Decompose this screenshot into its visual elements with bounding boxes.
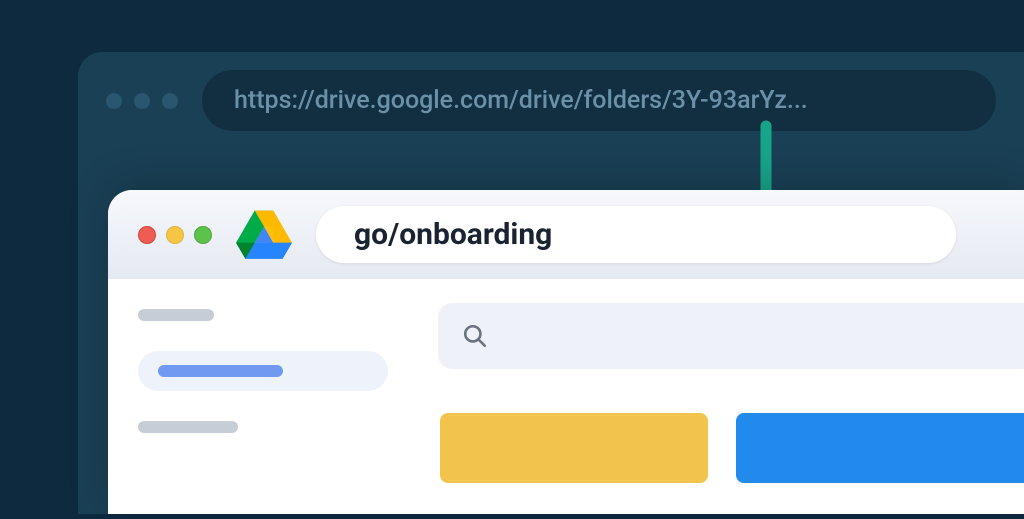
sidebar-active-item[interactable] [138, 351, 388, 391]
search-input[interactable] [438, 303, 1024, 369]
minimize-window-button[interactable] [166, 226, 184, 244]
search-icon [462, 323, 488, 349]
sidebar-skeleton-line [138, 309, 214, 321]
folder-tile[interactable] [736, 413, 1024, 483]
drive-page-body [108, 279, 1024, 519]
inner-browser-window: go/onboarding [108, 190, 1024, 514]
maximize-window-button[interactable] [194, 226, 212, 244]
sidebar-skeleton-line [158, 365, 283, 377]
sidebar [108, 279, 398, 519]
window-control-dot [106, 93, 122, 109]
sidebar-skeleton-line [138, 421, 238, 433]
close-window-button[interactable] [138, 226, 156, 244]
google-drive-logo-icon [236, 210, 292, 260]
window-controls [138, 226, 212, 244]
main-content [398, 279, 1024, 519]
window-control-dot [134, 93, 150, 109]
address-bar-short-url[interactable]: go/onboarding [316, 206, 956, 263]
window-control-dot [162, 93, 178, 109]
window-controls-dark [106, 93, 178, 109]
address-bar-long-url[interactable]: https://drive.google.com/drive/folders/3… [202, 70, 996, 131]
inner-browser-header: go/onboarding [108, 190, 1024, 279]
folder-tile[interactable] [440, 413, 708, 483]
outer-browser-header: https://drive.google.com/drive/folders/3… [78, 52, 1024, 149]
content-tiles [438, 413, 1024, 483]
